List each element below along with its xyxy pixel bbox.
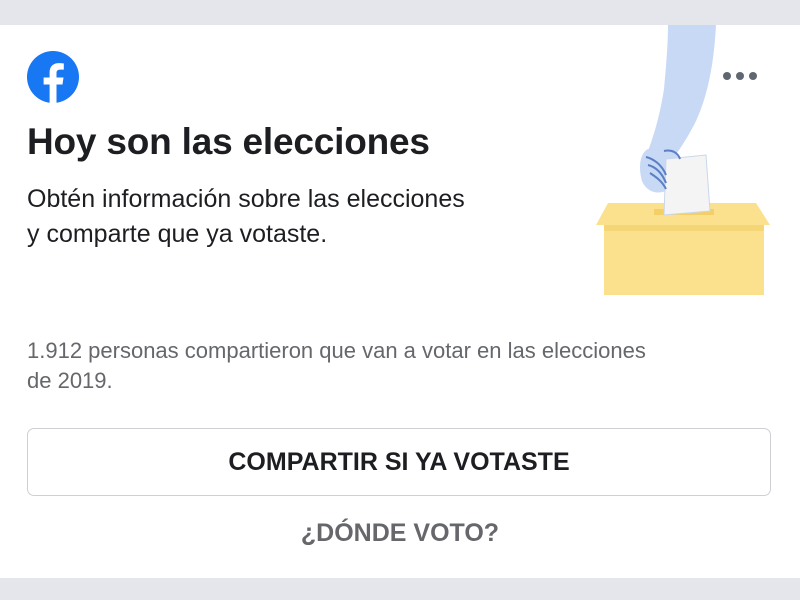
- participation-stats: 1.912 personas compartieron que van a vo…: [27, 338, 646, 393]
- where-to-vote-link[interactable]: ¿DÓNDE VOTO?: [0, 519, 800, 548]
- more-options-button[interactable]: [712, 59, 768, 93]
- election-reminder-card: Hoy son las elecciones Obtén información…: [0, 25, 800, 578]
- share-voted-button[interactable]: COMPARTIR SI YA VOTASTE: [27, 428, 771, 496]
- card-title: Hoy son las elecciones: [27, 121, 430, 162]
- ballot-box-front: [604, 225, 764, 295]
- card-description: Obtén información sobre las elecciones y…: [27, 185, 465, 248]
- facebook-logo-icon[interactable]: [27, 51, 79, 103]
- more-options-icon: [723, 72, 757, 80]
- ballot-paper: [663, 154, 711, 216]
- arm-shape: [648, 25, 716, 157]
